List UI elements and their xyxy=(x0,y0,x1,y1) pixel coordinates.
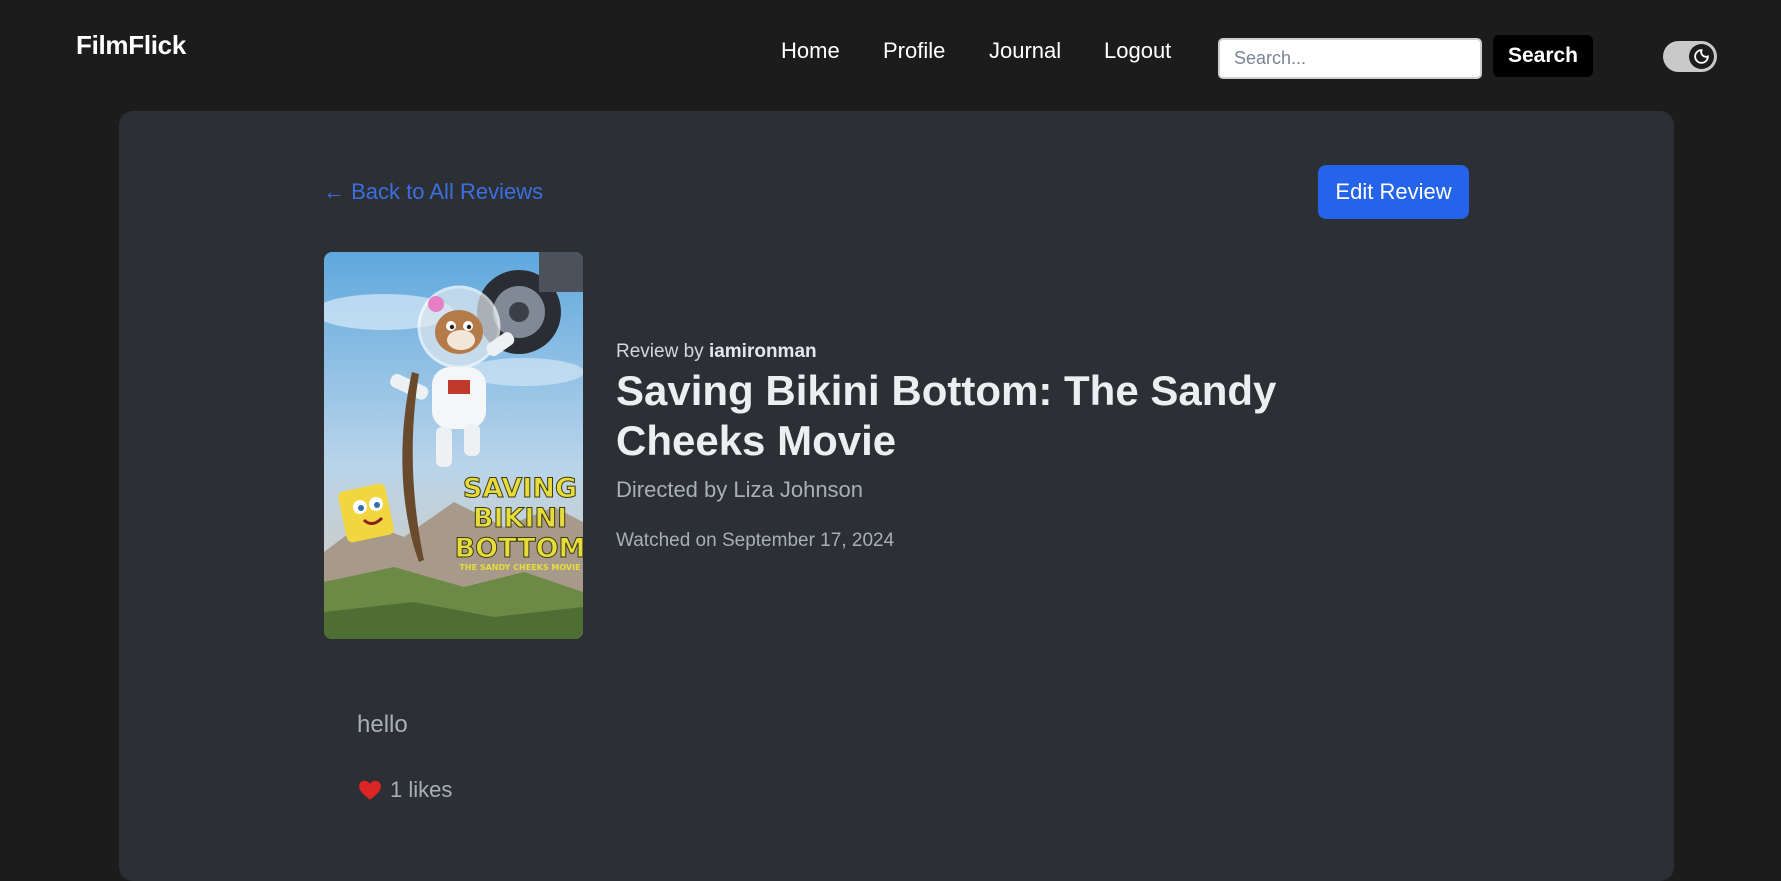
nav-link-home[interactable]: Home xyxy=(781,38,840,64)
review-body: hello xyxy=(357,711,408,738)
edit-review-button[interactable]: Edit Review xyxy=(1318,165,1469,219)
theme-toggle[interactable] xyxy=(1663,41,1717,72)
review-author-line: Review by iamironman xyxy=(616,341,817,363)
back-to-reviews-link[interactable]: ← Back to All Reviews xyxy=(323,179,543,205)
nav-link-logout[interactable]: Logout xyxy=(1104,38,1171,64)
poster-tagline: THE SANDY CHEEKS MOVIE xyxy=(459,563,580,572)
likes-count: 1 likes xyxy=(390,777,453,802)
review-by-prefix: Review by xyxy=(616,341,704,362)
heart-icon[interactable] xyxy=(357,777,383,803)
likes-row: 1 likes xyxy=(357,777,452,803)
search-button[interactable]: Search xyxy=(1493,35,1593,77)
navbar: FilmFlick Home Profile Journal Logout Se… xyxy=(0,0,1781,110)
poster-title-line2: BIKINI xyxy=(473,503,567,534)
poster-title-line3: BOTTOM xyxy=(455,533,583,564)
movie-title: Saving Bikini Bottom: The Sandy Cheeks M… xyxy=(616,367,1277,464)
review-author[interactable]: iamironman xyxy=(709,341,817,362)
toggle-knob xyxy=(1689,44,1714,69)
search-input[interactable] xyxy=(1218,38,1482,79)
watched-date: Watched on September 17, 2024 xyxy=(616,530,895,551)
movie-director: Directed by Liza Johnson xyxy=(616,477,864,502)
moon-icon xyxy=(1694,49,1709,64)
poster-title-line1: SAVING xyxy=(463,473,577,504)
nav-link-journal[interactable]: Journal xyxy=(989,38,1061,64)
brand-logo[interactable]: FilmFlick xyxy=(76,30,186,61)
poster-art: SAVING BIKINI BOTTOM THE SANDY CHEEKS MO… xyxy=(324,252,583,639)
movie-poster: SAVING BIKINI BOTTOM THE SANDY CHEEKS MO… xyxy=(324,252,583,639)
nav-link-profile[interactable]: Profile xyxy=(883,38,945,64)
